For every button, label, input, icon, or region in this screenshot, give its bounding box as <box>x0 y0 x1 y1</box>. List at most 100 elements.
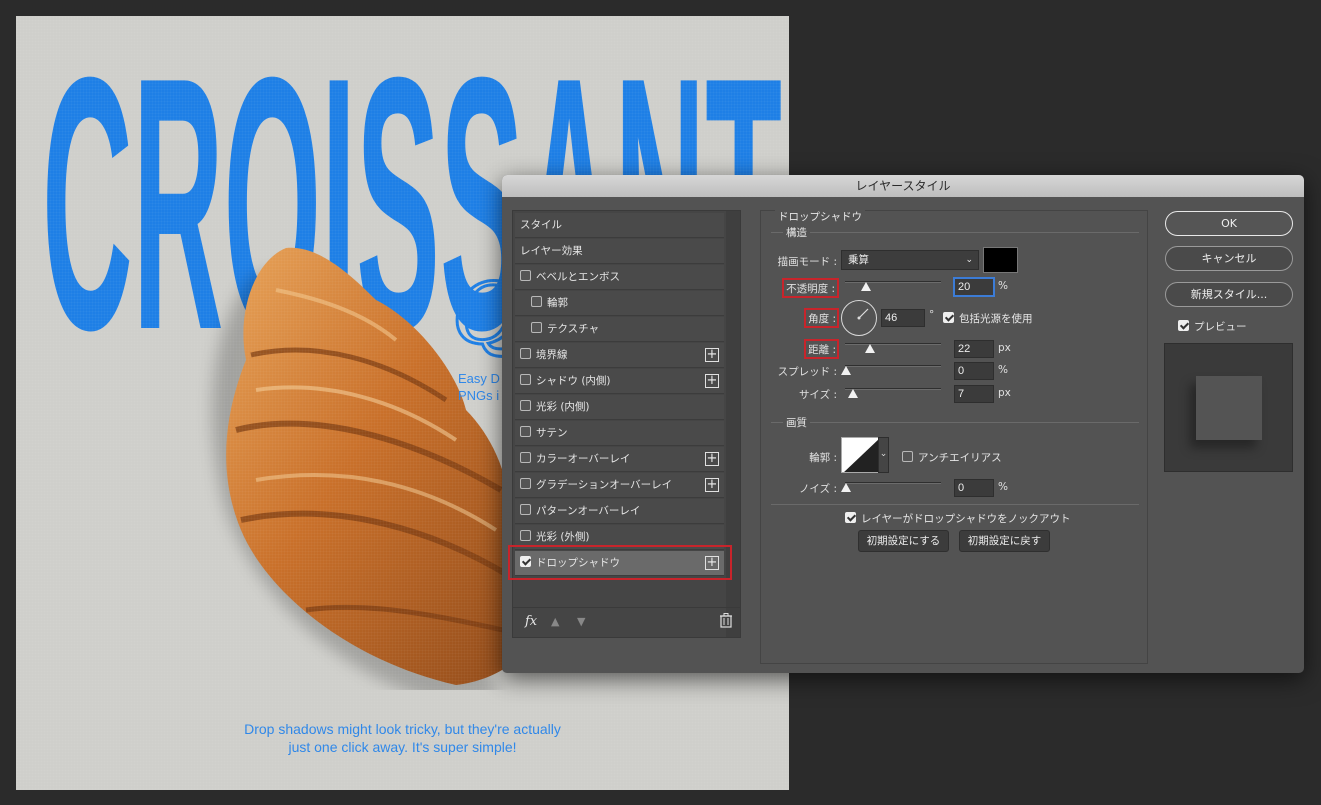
style-item-checkbox[interactable] <box>520 452 531 463</box>
contour-curve-graphic <box>844 439 878 472</box>
angle-dial-needle <box>857 308 869 320</box>
style-item-checkbox[interactable] <box>520 478 531 489</box>
style-item-checkbox[interactable] <box>520 504 531 515</box>
add-effect-icon[interactable]: + <box>705 478 719 492</box>
knockout-label: レイヤーがドロップシャドウをノックアウト <box>861 513 1071 525</box>
style-item-label: カラーオーバーレイ <box>536 453 631 465</box>
distance-slider[interactable] <box>845 343 941 345</box>
distance-input[interactable]: 22 <box>954 340 994 358</box>
style-item-checkbox[interactable] <box>520 426 531 437</box>
knockout-check[interactable] <box>845 512 856 523</box>
style-item[interactable]: パターンオーバーレイ <box>515 499 724 524</box>
arrow-down-icon[interactable]: ▼ <box>577 615 585 628</box>
size-slider-thumb[interactable] <box>848 389 858 398</box>
contour-preview[interactable] <box>841 437 879 473</box>
style-item[interactable]: レイヤー効果 <box>515 239 724 264</box>
preview-check[interactable] <box>1178 320 1189 331</box>
antialias-check[interactable] <box>902 451 913 462</box>
style-item-label: パターンオーバーレイ <box>536 505 641 517</box>
style-item-checkbox[interactable] <box>520 348 531 359</box>
style-item[interactable]: 光彩 (内側) <box>515 395 724 420</box>
opacity-slider-thumb[interactable] <box>861 282 871 291</box>
style-item-checkbox[interactable] <box>520 374 531 385</box>
style-preview <box>1164 343 1293 472</box>
noise-slider[interactable] <box>845 482 941 484</box>
style-item-label: スタイル <box>520 219 562 231</box>
style-item[interactable]: スタイル <box>515 213 724 238</box>
contour-dropdown[interactable]: ⌄ <box>878 437 889 473</box>
dialog-title[interactable]: レイヤースタイル <box>502 175 1304 197</box>
size-unit: px <box>998 387 1011 399</box>
style-item-checkbox[interactable] <box>520 530 531 541</box>
style-item[interactable]: シャドウ (内側) + <box>515 369 724 394</box>
arrow-up-icon[interactable]: ▲ <box>551 615 559 628</box>
style-item[interactable]: グラデーションオーバーレイ + <box>515 473 724 498</box>
style-item[interactable]: テクスチャ <box>515 317 724 342</box>
new-style-button[interactable]: 新規スタイル... <box>1165 282 1293 307</box>
preview-checkbox[interactable]: プレビュー <box>1178 319 1247 334</box>
distance-slider-thumb[interactable] <box>865 344 875 353</box>
style-item[interactable]: 境界線 + <box>515 343 724 368</box>
shadow-color-swatch[interactable] <box>983 247 1018 273</box>
style-item-checkbox[interactable] <box>520 270 531 281</box>
style-list-footer: fx ▲ ▼ <box>513 607 740 637</box>
style-item[interactable]: 輪郭 <box>515 291 724 316</box>
style-item-checkbox[interactable] <box>531 296 542 307</box>
contour-label: 輪郭 : <box>809 452 837 464</box>
noise-label: ノイズ : <box>798 483 837 495</box>
blend-mode-select[interactable]: 乗算 ⌄ <box>841 250 979 270</box>
global-light-checkbox[interactable]: 包括光源を使用 <box>943 311 1033 326</box>
spread-label: スプレッド : <box>777 366 837 378</box>
opacity-input[interactable]: 20 <box>954 278 994 296</box>
add-effect-icon[interactable]: + <box>705 348 719 362</box>
knockout-checkbox[interactable]: レイヤーがドロップシャドウをノックアウト <box>845 511 1070 526</box>
antialias-checkbox[interactable]: アンチエイリアス <box>902 450 1002 465</box>
side-text-line-2: PNGs i <box>458 388 500 403</box>
noise-unit: % <box>998 481 1008 493</box>
make-default-button[interactable]: 初期設定にする <box>858 530 949 552</box>
opacity-unit: % <box>998 280 1008 292</box>
add-effect-icon[interactable]: + <box>705 374 719 388</box>
style-item-label: レイヤー効果 <box>520 245 583 257</box>
chevron-down-icon: ⌄ <box>879 449 888 459</box>
style-item-label: シャドウ (内側) <box>536 375 611 387</box>
style-item-label: 輪郭 <box>547 297 568 309</box>
size-slider[interactable] <box>845 388 941 390</box>
blend-mode-value: 乗算 <box>848 254 869 266</box>
spread-input[interactable]: 0 <box>954 362 994 380</box>
side-text-line-1: Easy D <box>458 371 500 386</box>
ok-button[interactable]: OK <box>1165 211 1293 236</box>
style-item[interactable]: カラーオーバーレイ + <box>515 447 724 472</box>
style-item-checkbox[interactable] <box>531 322 542 333</box>
angle-label: 角度 : <box>808 313 836 325</box>
drop-shadow-settings: ドロップシャドウ 構造 描画モード : 乗算 ⌄ 不透明度 : 20 % 角度 … <box>760 209 1148 664</box>
size-label: サイズ : <box>798 389 837 401</box>
angle-input[interactable]: 46 <box>881 309 925 327</box>
trash-icon[interactable] <box>720 613 732 628</box>
angle-dial[interactable] <box>841 300 877 336</box>
spread-slider[interactable] <box>845 365 941 367</box>
drop-shadow-title: ドロップシャドウ <box>775 209 865 224</box>
reset-default-button[interactable]: 初期設定に戻す <box>959 530 1050 552</box>
style-item-label: サテン <box>536 427 568 439</box>
fx-button[interactable]: fx <box>525 614 537 629</box>
noise-input[interactable]: 0 <box>954 479 994 497</box>
blend-mode-label: 描画モード : <box>777 256 837 268</box>
style-item-label: グラデーションオーバーレイ <box>536 479 673 491</box>
chevron-down-icon: ⌄ <box>965 255 973 265</box>
spread-slider-thumb[interactable] <box>841 366 851 375</box>
style-item[interactable]: サテン <box>515 421 724 446</box>
style-item-label: ベベルとエンボス <box>536 271 620 283</box>
quality-title: 画質 <box>783 415 810 430</box>
style-item[interactable]: ベベルとエンボス <box>515 265 724 290</box>
cancel-button[interactable]: キャンセル <box>1165 246 1293 271</box>
antialias-label: アンチエイリアス <box>918 452 1002 464</box>
global-light-check[interactable] <box>943 312 954 323</box>
style-item-checkbox[interactable] <box>520 400 531 411</box>
add-effect-icon[interactable]: + <box>705 452 719 466</box>
size-input[interactable]: 7 <box>954 385 994 403</box>
distance-unit: px <box>998 342 1011 354</box>
opacity-slider[interactable] <box>845 281 941 283</box>
style-item-label: 境界線 <box>536 349 568 361</box>
noise-slider-thumb[interactable] <box>841 483 851 492</box>
